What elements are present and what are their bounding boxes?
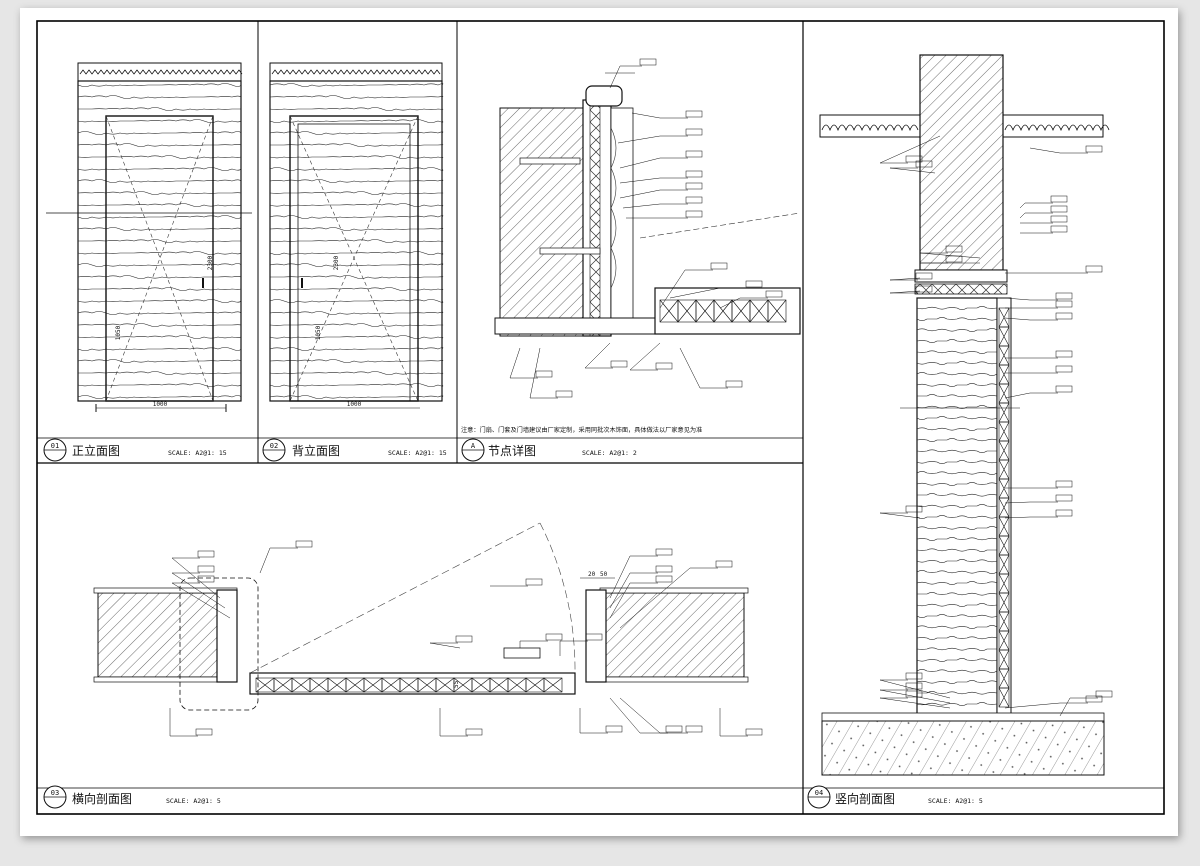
caption-02: 02 背立面图 SCALE: A2@1: 15 (262, 438, 447, 462)
caption-04: 04 竖向剖面图 SCALE: A2@1: 5 (807, 785, 983, 809)
caption-03: 03 横向剖面图 SCALE: A2@1: 5 (43, 785, 221, 809)
caption-A-title: 节点详图 (488, 443, 536, 458)
back-width-dim: 1000 (347, 401, 362, 408)
horizontal-section-drawing (93, 522, 749, 711)
drawing-canvas: 1000 2300 1050 1000 2300 1050 注意：门扇、门套及门… (36, 20, 1165, 815)
hsec-dim-55: 55 (453, 680, 460, 688)
caption-01: 01 正立面图 SCALE: A2@1: 15 (43, 438, 227, 462)
node-detail-drawing (494, 72, 801, 337)
caption-01-title: 正立面图 (72, 443, 120, 458)
back-handle-dim: 1050 (315, 325, 322, 340)
back-height-dim: 2300 (333, 255, 340, 270)
caption-03-title: 横向剖面图 (72, 791, 132, 806)
caption-01-num: 01 (51, 442, 59, 450)
hsec-dim-50: 50 (600, 571, 608, 578)
front-elevation-drawing (46, 62, 252, 412)
front-width-dim: 1000 (153, 401, 168, 408)
detail-note: 注意：门扇、门套及门墙建议由厂家定制，采用同批次木饰面，具体做法以厂家意见为准 (461, 426, 702, 434)
caption-01-scale: SCALE: A2@1: 15 (168, 449, 227, 457)
front-height-dim: 2300 (207, 255, 214, 270)
caption-04-num: 04 (815, 789, 823, 797)
vertical-section-drawing (819, 54, 1110, 776)
caption-03-scale: SCALE: A2@1: 5 (166, 797, 221, 805)
back-elevation-drawing (269, 62, 444, 409)
caption-04-title: 竖向剖面图 (835, 791, 895, 806)
caption-04-scale: SCALE: A2@1: 5 (928, 797, 983, 805)
caption-02-title: 背立面图 (292, 443, 340, 458)
front-handle-dim: 1050 (115, 325, 122, 340)
caption-02-num: 02 (270, 442, 278, 450)
caption-03-num: 03 (51, 789, 59, 797)
caption-A-scale: SCALE: A2@1: 2 (582, 449, 637, 457)
drawing-sheet: 1000 2300 1050 1000 2300 1050 注意：门扇、门套及门… (20, 8, 1178, 836)
hsec-dim-20: 20 (588, 571, 596, 578)
caption-02-scale: SCALE: A2@1: 15 (388, 449, 447, 457)
caption-A: A 节点详图 SCALE: A2@1: 2 (461, 438, 637, 462)
